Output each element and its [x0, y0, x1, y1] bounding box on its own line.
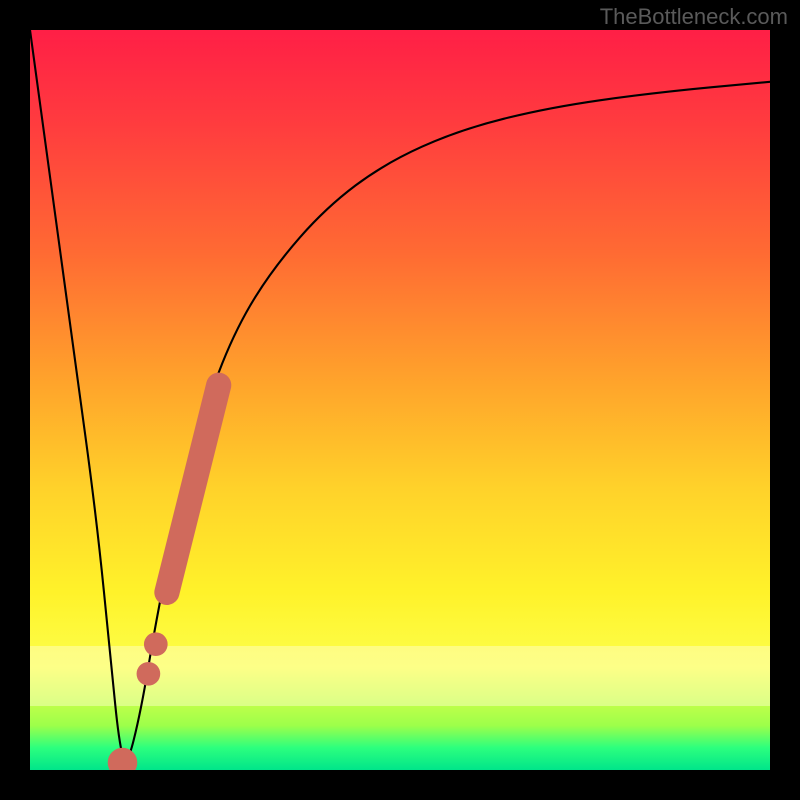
chart-frame — [30, 30, 770, 770]
watermark-text: TheBottleneck.com — [600, 4, 788, 30]
chart-background-gradient — [30, 30, 770, 770]
